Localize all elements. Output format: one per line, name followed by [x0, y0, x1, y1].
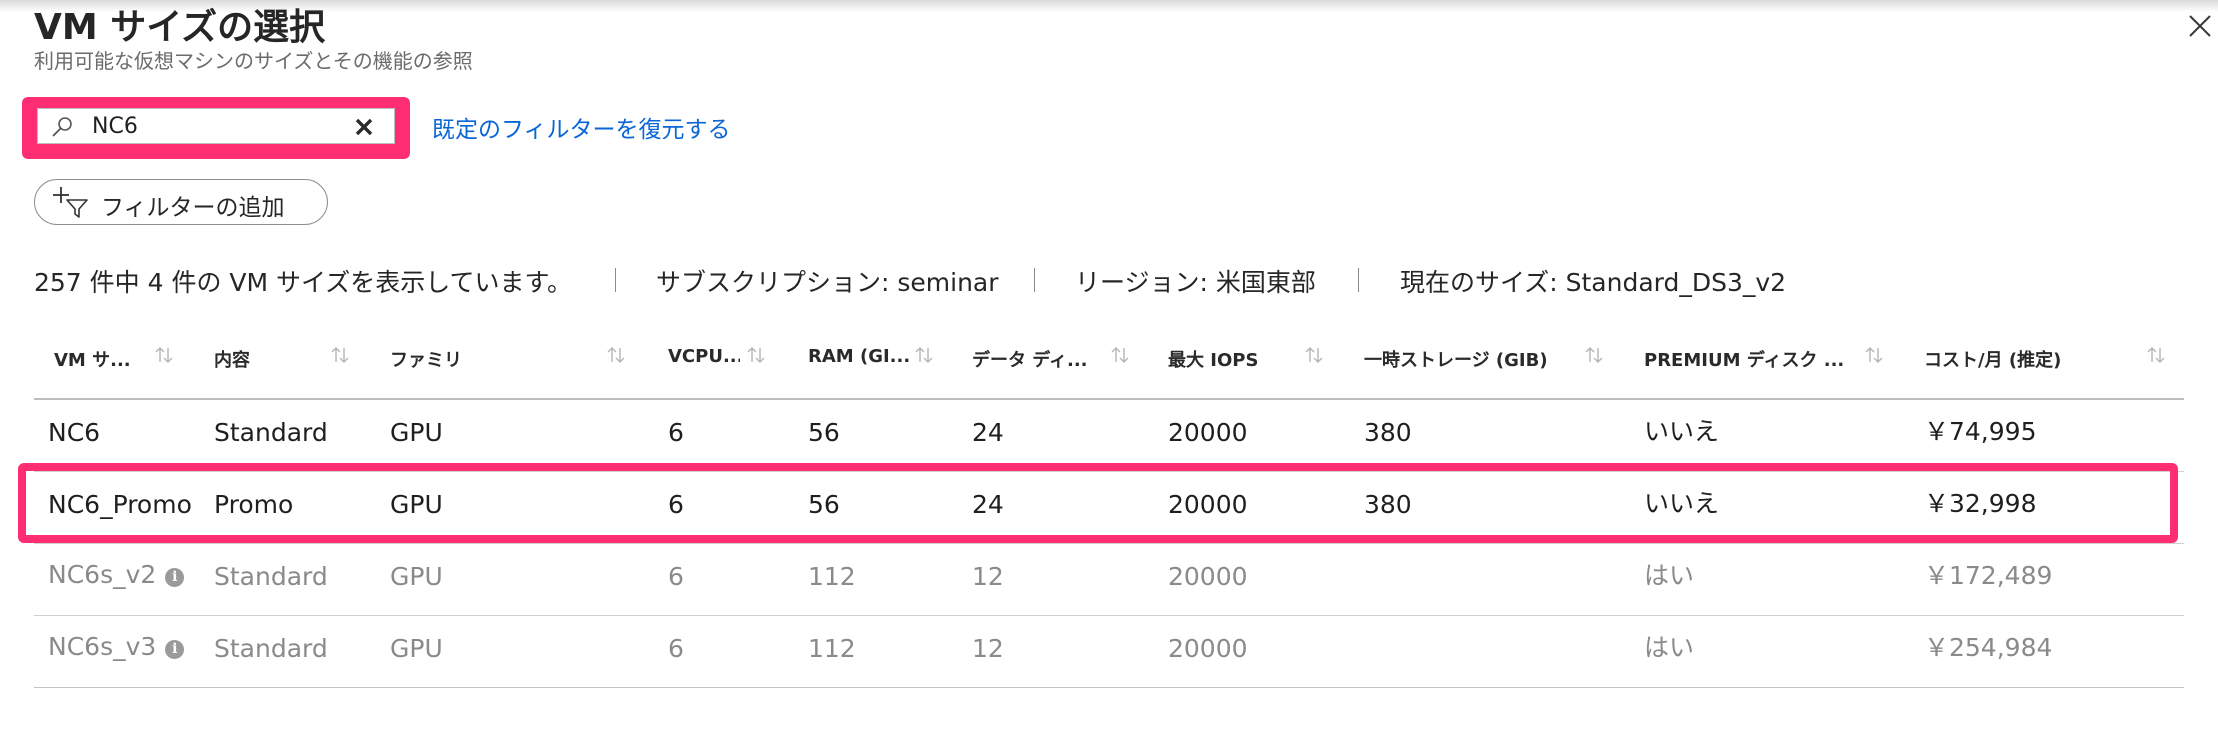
vm-size-name: NC6s_v2: [48, 560, 157, 589]
cell-vcpu: 6: [668, 418, 684, 447]
cell-ram: 56: [808, 418, 840, 447]
column-header-premium-disk[interactable]: PREMIUM ディスク ...: [1644, 346, 1850, 372]
column-header-temp-storage[interactable]: 一時ストレージ (GIB): [1364, 346, 1584, 372]
sort-arrows-icon[interactable]: [1583, 344, 1605, 366]
cell-description: Standard: [214, 562, 328, 591]
cell-ram: 112: [808, 634, 856, 663]
column-header-max-iops[interactable]: 最大 IOPS: [1168, 346, 1298, 372]
cell-vm-size: NC6: [48, 418, 101, 447]
table-row[interactable]: NC6 Standard GPU 6 56 24 20000 380 いいえ ￥…: [34, 400, 2184, 471]
sort-arrows-icon[interactable]: [913, 344, 935, 366]
search-input[interactable]: [92, 111, 332, 141]
cell-data-disks: 12: [972, 562, 1004, 591]
sort-arrows-icon[interactable]: [153, 344, 175, 366]
cell-premium-disk: はい: [1644, 561, 1695, 590]
cell-max-iops: 20000: [1168, 562, 1248, 591]
vm-size-name: NC6s_v3: [48, 632, 157, 661]
cell-max-iops: 20000: [1168, 634, 1248, 663]
column-header-ram[interactable]: RAM (GI...: [808, 346, 912, 367]
add-filter-label: フィルターの追加: [101, 195, 285, 221]
sort-arrows-icon[interactable]: [1863, 344, 1885, 366]
clear-search-icon[interactable]: [353, 116, 375, 138]
table-row[interactable]: NC6s_v2 i Standard GPU 6 112 12 20000 はい …: [34, 544, 2184, 615]
sort-arrows-icon[interactable]: [745, 344, 767, 366]
cell-data-disks: 12: [972, 634, 1004, 663]
cell-max-iops: 20000: [1168, 418, 1248, 447]
column-header-vm-size[interactable]: VM サ...: [54, 346, 134, 372]
sort-arrows-icon[interactable]: [1109, 344, 1131, 366]
cell-vcpu: 6: [668, 634, 684, 663]
row-divider: [34, 687, 2184, 688]
sort-arrows-icon[interactable]: [1303, 344, 1325, 366]
search-box[interactable]: [37, 108, 395, 144]
cell-ram: 112: [808, 562, 856, 591]
close-button[interactable]: [2182, 8, 2216, 42]
cell-family: GPU: [390, 418, 443, 447]
cell-cost: ￥74,995: [1924, 417, 2037, 446]
separator: [1034, 268, 1035, 292]
cell-premium-disk: いいえ: [1644, 417, 1720, 446]
cell-family: GPU: [390, 562, 443, 591]
page-subtitle: 利用可能な仮想マシンのサイズとその機能の参照: [34, 49, 473, 73]
separator: [615, 268, 616, 292]
separator: [1358, 268, 1359, 292]
column-header-family[interactable]: ファミリ: [390, 346, 580, 372]
results-count: 257 件中 4 件の VM サイズを表示しています。: [34, 268, 573, 297]
cell-description: Standard: [214, 418, 328, 447]
cell-cost: ￥254,984: [1924, 633, 2053, 662]
cell-vcpu: 6: [668, 562, 684, 591]
cell-vm-size: NC6s_v3 i: [48, 632, 185, 661]
add-filter-button[interactable]: フィルターの追加: [34, 179, 328, 225]
column-header-data-disks[interactable]: データ ディ...: [972, 346, 1098, 372]
cell-temp-storage: 380: [1364, 418, 1412, 447]
cell-family: GPU: [390, 634, 443, 663]
restore-default-filters-link[interactable]: 既定のフィルターを復元する: [432, 110, 731, 144]
info-icon[interactable]: i: [165, 640, 185, 659]
info-icon[interactable]: i: [165, 568, 185, 587]
page-title: VM サイズの選択: [34, 7, 326, 48]
selected-row-highlight: [18, 463, 2178, 543]
top-shadow: [0, 0, 2218, 12]
cell-premium-disk: はい: [1644, 633, 1695, 662]
subscription-info: サブスクリプション: seminar: [656, 268, 999, 297]
cell-cost: ￥172,489: [1924, 561, 2053, 590]
search-icon: [52, 117, 72, 137]
cell-data-disks: 24: [972, 418, 1004, 447]
sort-arrows-icon[interactable]: [329, 344, 351, 366]
sort-arrows-icon[interactable]: [605, 344, 627, 366]
table-row[interactable]: NC6s_v3 i Standard GPU 6 112 12 20000 はい …: [34, 616, 2184, 687]
column-header-description[interactable]: 内容: [214, 346, 304, 372]
column-header-cost[interactable]: コスト/月 (推定): [1924, 346, 2144, 372]
current-size-info: 現在のサイズ: Standard_DS3_v2: [1400, 268, 1787, 297]
close-icon: [2189, 15, 2211, 37]
cell-vm-size: NC6s_v2 i: [48, 560, 185, 589]
column-header-vcpu[interactable]: VCPU...: [668, 346, 740, 367]
add-filter-icon: [53, 187, 88, 218]
region-info: リージョン: 米国東部: [1075, 268, 1316, 297]
sort-arrows-icon[interactable]: [2145, 344, 2167, 366]
cell-description: Standard: [214, 634, 328, 663]
